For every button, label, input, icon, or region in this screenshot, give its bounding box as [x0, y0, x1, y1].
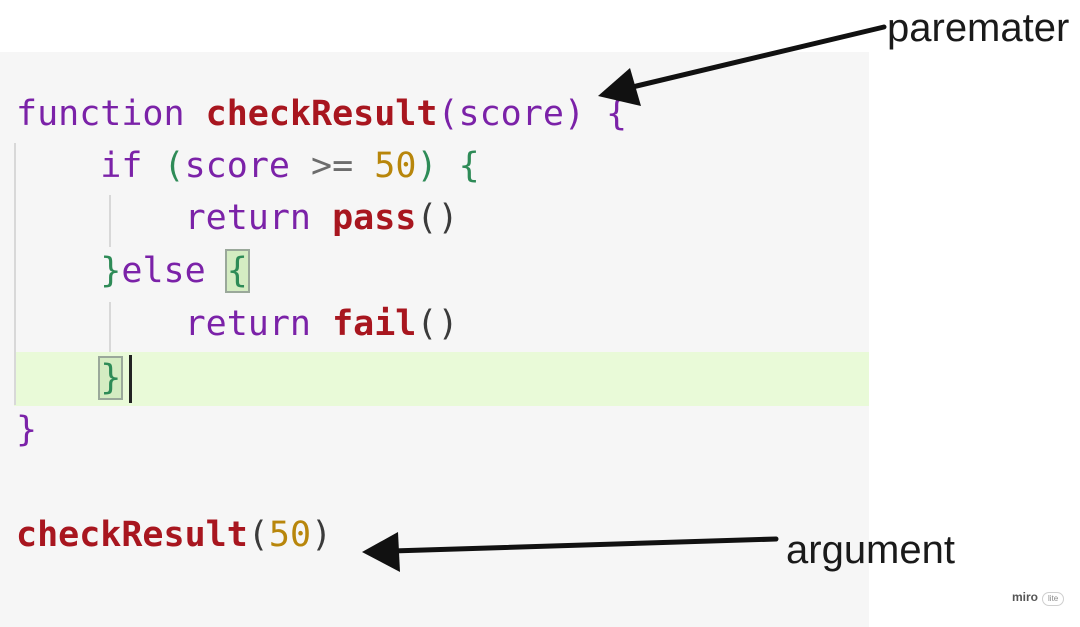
parameter-arrow-icon: [598, 24, 887, 106]
miro-lite-badge[interactable]: miro lite: [1012, 590, 1065, 606]
argument-label: argument: [786, 528, 955, 572]
argument-arrow-icon: [362, 532, 779, 572]
miro-logo-text: miro: [1012, 590, 1039, 604]
parameter-label: paremater: [887, 6, 1070, 50]
lite-tag: lite: [1042, 592, 1065, 606]
